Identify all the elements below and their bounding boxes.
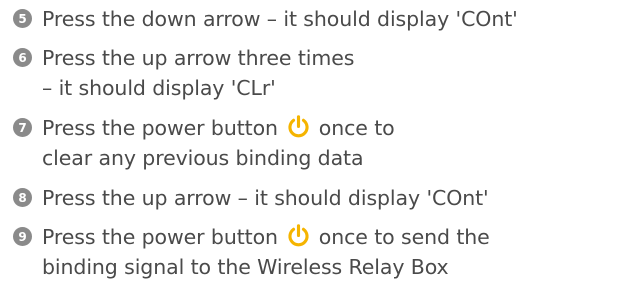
step-text-before: Press the power button bbox=[42, 225, 278, 249]
step-text-line: binding signal to the Wireless Relay Box bbox=[42, 255, 449, 279]
step-text-line: Press the up arrow three times bbox=[42, 46, 355, 70]
power-icon bbox=[288, 224, 309, 247]
step-text-line: – it should display 'CLr' bbox=[42, 76, 276, 100]
instruction-steps: 5 Press the down arrow – it should displ… bbox=[13, 4, 628, 292]
step-text: Press the up arrow – it should display '… bbox=[42, 183, 489, 213]
step-6: 6 Press the up arrow three times – it sh… bbox=[13, 43, 628, 103]
step-text-line: clear any previous binding data bbox=[42, 146, 364, 170]
step-text-line: Press the up arrow – it should display '… bbox=[42, 186, 489, 210]
step-text: Press the power button once to clear any… bbox=[42, 113, 395, 173]
step-text: Press the down arrow – it should display… bbox=[42, 4, 518, 34]
step-7: 7 Press the power button once to clear a… bbox=[13, 113, 628, 173]
power-icon bbox=[288, 115, 309, 138]
step-number-badge: 8 bbox=[13, 188, 32, 207]
step-number-badge: 7 bbox=[13, 118, 32, 137]
step-5: 5 Press the down arrow – it should displ… bbox=[13, 4, 628, 34]
step-text-after: once to bbox=[318, 116, 395, 140]
step-number-badge: 9 bbox=[13, 227, 32, 246]
step-text-before: Press the power button bbox=[42, 116, 278, 140]
step-number-badge: 5 bbox=[13, 9, 32, 28]
step-number-badge: 6 bbox=[13, 48, 32, 67]
step-text-line: Press the down arrow – it should display… bbox=[42, 7, 518, 31]
step-text: Press the up arrow three times – it shou… bbox=[42, 43, 354, 103]
step-8: 8 Press the up arrow – it should display… bbox=[13, 183, 628, 213]
step-text: Press the power button once to send the … bbox=[42, 222, 490, 282]
step-9: 9 Press the power button once to send th… bbox=[13, 222, 628, 282]
step-text-after: once to send the bbox=[318, 225, 490, 249]
